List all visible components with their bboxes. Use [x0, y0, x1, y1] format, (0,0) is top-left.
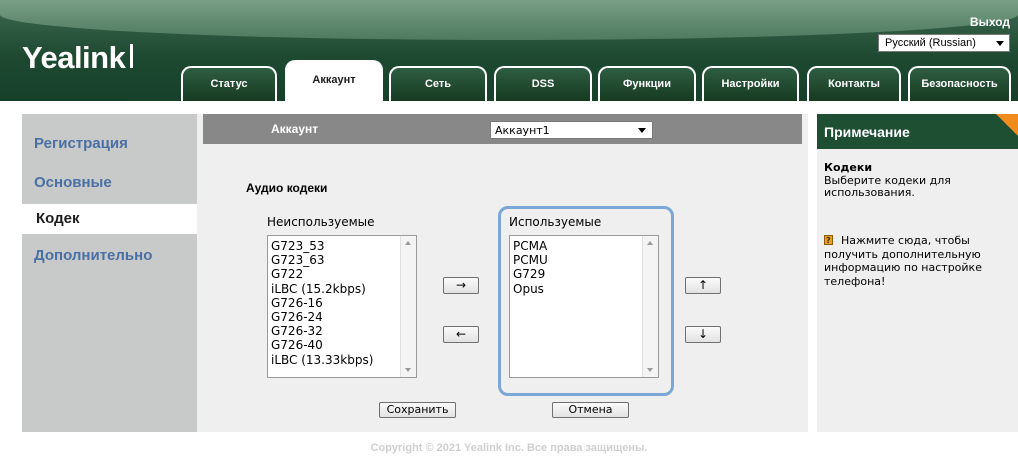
scroll-up-icon[interactable] — [647, 241, 653, 245]
move-left-button[interactable]: ← — [443, 326, 479, 343]
list-item[interactable]: G723_53 — [271, 239, 373, 253]
chevron-down-icon — [996, 41, 1004, 46]
logout-link[interactable]: Выход — [970, 15, 1010, 29]
help-link[interactable]: Нажмите сюда, чтобы получить дополнитель… — [824, 234, 1009, 288]
tab-contacts[interactable]: Контакты — [807, 66, 901, 101]
tab-network[interactable]: Сеть — [389, 66, 487, 101]
note-body-title: Кодеки — [824, 161, 873, 174]
note-title: Примечание — [824, 124, 910, 140]
sidebar-item-advanced[interactable]: Дополнительно — [22, 242, 197, 272]
sidebar: Регистрация Основные Кодек Дополнительно — [22, 114, 197, 432]
account-select-value: Аккаунт1 — [495, 124, 550, 137]
list-item[interactable]: PCMA — [513, 239, 548, 253]
used-codecs-list[interactable]: PCMA PCMU G729 Opus — [509, 235, 659, 378]
scroll-down-icon[interactable] — [405, 368, 411, 372]
yealink-logo: Yealink — [22, 40, 126, 75]
section-title: Аудио кодеки — [246, 181, 328, 195]
language-select[interactable]: Русский (Russian) — [878, 34, 1010, 52]
scrollbar[interactable] — [400, 236, 416, 377]
tab-status[interactable]: Статус — [181, 66, 277, 101]
account-label: Аккаунт — [271, 122, 319, 136]
scroll-down-icon[interactable] — [647, 368, 653, 372]
used-codecs-items: PCMA PCMU G729 Opus — [513, 239, 548, 296]
tab-settings[interactable]: Настройки — [702, 66, 799, 101]
note-body: Кодеки Выберите кодеки для использования… — [824, 161, 1009, 200]
cancel-button[interactable]: Отмена — [552, 402, 629, 418]
main-panel: Аккаунт Аккаунт1 Аудио кодеки Неиспользу… — [197, 114, 808, 432]
sidebar-item-registration[interactable]: Регистрация — [22, 129, 197, 159]
list-item[interactable]: G726-32 — [271, 324, 373, 338]
note-panel: Примечание Кодеки Выберите кодеки для ис… — [817, 114, 1018, 432]
corner-fold-icon — [996, 114, 1018, 136]
tab-account[interactable]: Аккаунт — [285, 60, 383, 101]
copyright: Copyright © 2021 Yealink Inc. Все права … — [370, 442, 648, 454]
list-item[interactable]: iLBC (15.2kbps) — [271, 282, 373, 296]
sidebar-item-codec[interactable]: Кодек — [22, 204, 197, 234]
scroll-up-icon[interactable] — [405, 241, 411, 245]
help-text[interactable]: Нажмите сюда, чтобы получить дополнитель… — [824, 234, 982, 288]
logo-divider — [130, 44, 133, 68]
note-header: Примечание — [817, 114, 1018, 149]
list-item[interactable]: iLBC (13.33kbps) — [271, 353, 373, 367]
language-select-value: Русский (Russian) — [885, 37, 976, 49]
chevron-down-icon — [638, 128, 646, 133]
account-bar: Аккаунт Аккаунт1 — [203, 114, 802, 144]
move-up-button[interactable]: ↑ — [685, 277, 721, 294]
header: Yealink Выход Русский (Russian) Статус А… — [0, 0, 1018, 101]
move-down-button[interactable]: ↓ — [685, 326, 721, 343]
list-item[interactable]: G726-16 — [271, 296, 373, 310]
list-item[interactable]: G729 — [513, 267, 548, 281]
tab-features[interactable]: Функции — [598, 66, 696, 101]
tab-security[interactable]: Безопасность — [908, 66, 1011, 101]
note-body-text: Выберите кодеки для использования. — [824, 173, 951, 199]
account-select[interactable]: Аккаунт1 — [490, 121, 653, 139]
save-button[interactable]: Сохранить — [379, 402, 456, 418]
move-right-button[interactable]: → — [443, 277, 479, 294]
unused-codecs-label: Неиспользуемые — [267, 215, 375, 229]
unused-codecs-items: G723_53 G723_63 G722 iLBC (15.2kbps) G72… — [271, 239, 373, 367]
help-icon[interactable] — [824, 234, 833, 248]
list-item[interactable]: G722 — [271, 267, 373, 281]
unused-codecs-list[interactable]: G723_53 G723_63 G722 iLBC (15.2kbps) G72… — [267, 235, 417, 378]
scrollbar[interactable] — [642, 236, 658, 377]
list-item[interactable]: Opus — [513, 282, 548, 296]
list-item[interactable]: G723_63 — [271, 253, 373, 267]
tab-dss[interactable]: DSS — [494, 66, 592, 101]
list-item[interactable]: G726-24 — [271, 310, 373, 324]
list-item[interactable]: G726-40 — [271, 338, 373, 352]
sidebar-item-basic[interactable]: Основные — [22, 169, 197, 199]
list-item[interactable]: PCMU — [513, 253, 548, 267]
used-codecs-label: Используемые — [509, 215, 602, 229]
